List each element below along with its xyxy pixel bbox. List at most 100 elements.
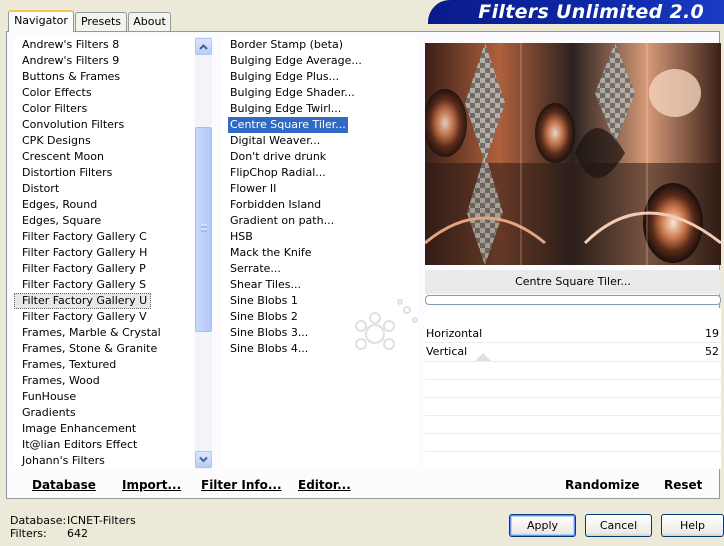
category-label: Andrew's Filters 9 [22, 54, 120, 67]
category-item[interactable]: Edges, Round [14, 197, 194, 213]
filter-label: Shear Tiles... [230, 278, 301, 291]
category-label: Color Effects [22, 86, 92, 99]
filter-item[interactable]: Forbidden Island [222, 197, 418, 213]
category-label: Frames, Textured [22, 358, 117, 371]
filter-item[interactable]: Flower II [222, 181, 418, 197]
filter-item[interactable]: Don't drive drunk [222, 149, 418, 165]
param-vertical[interactable]: Vertical 52 [425, 343, 721, 360]
filter-label: Sine Blobs 2 [230, 310, 298, 323]
filter-label: Serrate... [230, 262, 281, 275]
filter-label: Sine Blobs 1 [230, 294, 298, 307]
category-item[interactable]: Frames, Wood [14, 373, 194, 389]
category-label: Frames, Stone & Granite [22, 342, 158, 355]
category-item[interactable]: Distort [14, 181, 194, 197]
category-item[interactable]: Image Enhancement [14, 421, 194, 437]
category-item[interactable]: Crescent Moon [14, 149, 194, 165]
category-label: Andrew's Filters 8 [22, 38, 120, 51]
category-label: Filter Factory Gallery C [22, 230, 147, 243]
param-horizontal[interactable]: Horizontal 19 [425, 325, 721, 342]
category-item[interactable]: Filter Factory Gallery S [14, 277, 194, 293]
category-item[interactable]: Convolution Filters [14, 117, 194, 133]
category-label: Filter Factory Gallery H [22, 246, 148, 259]
category-item[interactable]: Johann's Filters [14, 453, 194, 469]
kaleidoscope-preview [425, 43, 721, 265]
filter-item[interactable]: Centre Square Tiler... [222, 117, 418, 133]
category-item[interactable]: Filter Factory Gallery U [14, 293, 194, 309]
category-item[interactable]: Color Filters [14, 101, 194, 117]
filter-item[interactable]: Border Stamp (beta) [222, 37, 418, 53]
filter-label: Bulging Edge Average... [230, 54, 362, 67]
tab-presets[interactable]: Presets [75, 12, 127, 31]
category-label: Color Filters [22, 102, 88, 115]
reset-button[interactable]: Reset [664, 475, 702, 495]
import-button[interactable]: Import... [122, 475, 181, 495]
filter-label: Gradient on path... [230, 214, 335, 227]
filter-label: Bulging Edge Shader... [230, 86, 355, 99]
category-item[interactable]: Color Effects [14, 85, 194, 101]
filter-item[interactable]: Mack the Knife [222, 245, 418, 261]
filter-item[interactable]: HSB [222, 229, 418, 245]
category-item[interactable]: FunHouse [14, 389, 194, 405]
filter-label: Digital Weaver... [230, 134, 321, 147]
database-button[interactable]: Database [32, 475, 96, 495]
tab-about[interactable]: About [128, 12, 171, 31]
category-list[interactable]: Andrew's Filters 8 Andrew's Filters 9 Butt… [14, 37, 194, 469]
filter-label: Sine Blobs 3... [230, 326, 309, 339]
filter-item[interactable]: Bulging Edge Average... [222, 53, 418, 69]
category-item[interactable]: Filter Factory Gallery P [14, 261, 194, 277]
category-scrollbar[interactable] [195, 37, 212, 469]
tab-navigator[interactable]: Navigator [8, 10, 74, 32]
category-label: Frames, Marble & Crystal [22, 326, 161, 339]
category-item[interactable]: CPK Designs [14, 133, 194, 149]
category-item[interactable]: Andrew's Filters 8 [14, 37, 194, 53]
parameter-panel[interactable]: Horizontal 19 Vertical 52 [425, 308, 721, 469]
category-label: Filter Factory Gallery V [22, 310, 147, 323]
category-item[interactable]: Andrew's Filters 9 [14, 53, 194, 69]
category-item[interactable]: Frames, Stone & Granite [14, 341, 194, 357]
category-item[interactable]: It@lian Editors Effect [14, 437, 194, 453]
category-label: CPK Designs [22, 134, 91, 147]
filter-item[interactable]: Bulging Edge Plus... [222, 69, 418, 85]
filter-list[interactable]: Border Stamp (beta) Bulging Edge Average.… [222, 37, 418, 469]
filter-item[interactable]: Bulging Edge Shader... [222, 85, 418, 101]
filter-label: Sine Blobs 4... [230, 342, 309, 355]
category-item[interactable]: Frames, Marble & Crystal [14, 325, 194, 341]
slider-thumb-icon[interactable] [475, 352, 491, 361]
category-item[interactable]: Buttons & Frames [14, 69, 194, 85]
category-label: Crescent Moon [22, 150, 104, 163]
filter-label: Flower II [230, 182, 277, 195]
filter-label: Forbidden Island [230, 198, 322, 211]
category-label: Filter Factory Gallery S [22, 278, 147, 291]
apply-button[interactable]: Apply [509, 514, 576, 537]
app-title: Filters Unlimited 2.0 [478, 1, 704, 23]
filter-item[interactable]: Shear Tiles... [222, 277, 418, 293]
filter-title: Centre Square Tiler... [425, 270, 721, 294]
category-item[interactable]: Filter Factory Gallery V [14, 309, 194, 325]
category-label: Convolution Filters [22, 118, 125, 131]
filter-item[interactable]: Digital Weaver... [222, 133, 418, 149]
help-button[interactable]: Help [661, 514, 724, 537]
scroll-up-button[interactable] [195, 38, 212, 55]
filter-item[interactable]: Bulging Edge Twirl... [222, 101, 418, 117]
scroll-thumb[interactable] [195, 127, 212, 332]
filter-item[interactable]: FlipChop Radial... [222, 165, 418, 181]
progress-bar [425, 295, 721, 305]
filter-item[interactable]: Serrate... [222, 261, 418, 277]
scroll-down-button[interactable] [195, 451, 212, 468]
filter-label: Centre Square Tiler... [228, 117, 348, 133]
category-item[interactable]: Filter Factory Gallery H [14, 245, 194, 261]
cancel-button[interactable]: Cancel [585, 514, 652, 537]
chevron-down-icon [199, 456, 208, 463]
editor-button[interactable]: Editor... [298, 475, 351, 495]
filter-info-button[interactable]: Filter Info... [201, 475, 282, 495]
category-item[interactable]: Filter Factory Gallery C [14, 229, 194, 245]
category-item[interactable]: Gradients [14, 405, 194, 421]
category-label: Johann's Filters [22, 454, 105, 467]
category-label: It@lian Editors Effect [22, 438, 138, 451]
randomize-button[interactable]: Randomize [565, 475, 639, 495]
filter-label: FlipChop Radial... [230, 166, 326, 179]
category-item[interactable]: Frames, Textured [14, 357, 194, 373]
filter-item[interactable]: Gradient on path... [222, 213, 418, 229]
category-item[interactable]: Distortion Filters [14, 165, 194, 181]
category-item[interactable]: Edges, Square [14, 213, 194, 229]
